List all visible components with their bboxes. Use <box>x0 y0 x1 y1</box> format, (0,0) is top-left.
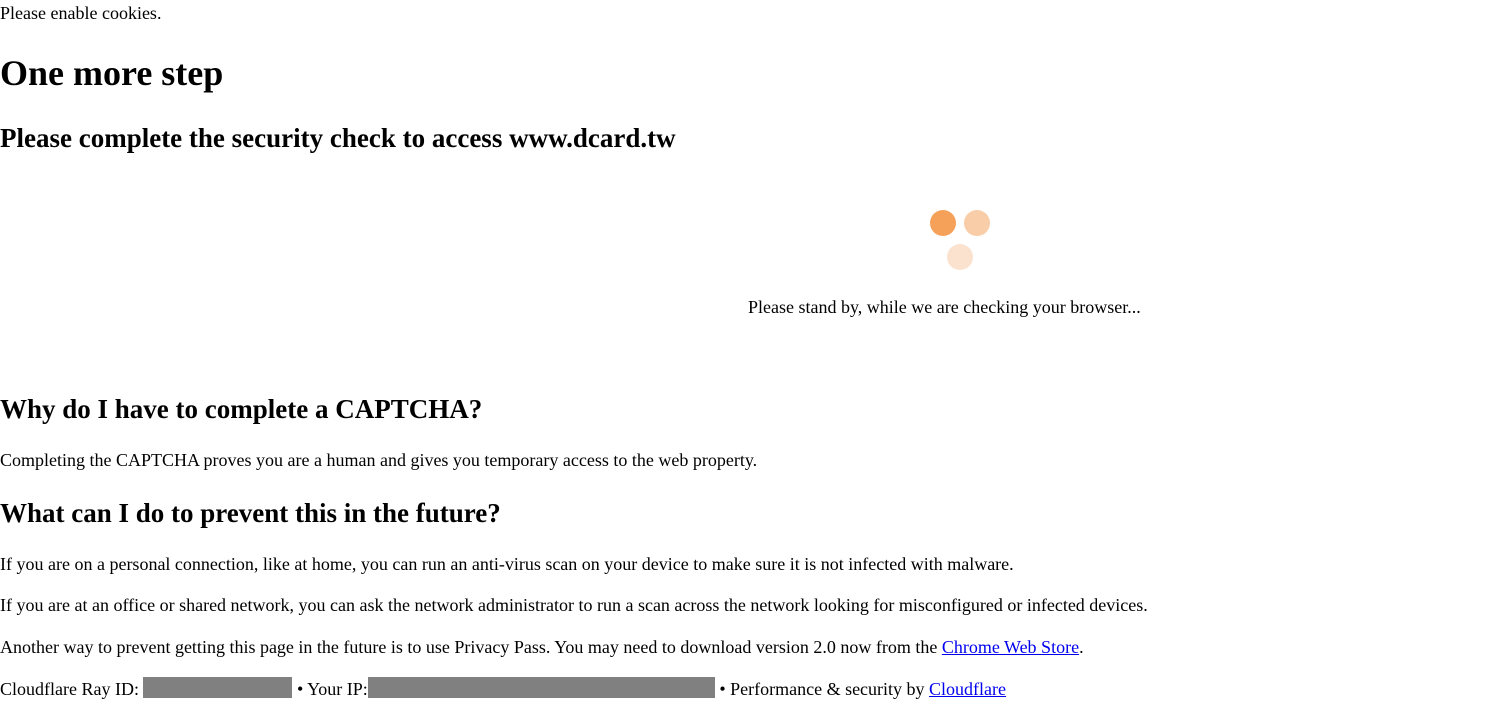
why-captcha-text: Completing the CAPTCHA proves you are a … <box>0 450 758 470</box>
prevent-heading: What can I do to prevent this in the fut… <box>0 498 501 528</box>
performance-label: • Performance & security by <box>714 679 930 699</box>
security-check-subheading: Please complete the security check to ac… <box>0 121 676 155</box>
cookie-notice: Please enable cookies. <box>0 3 162 23</box>
chrome-web-store-link[interactable]: Chrome Web Store <box>942 637 1079 657</box>
subheading-text: Please complete the security check to ac… <box>0 123 510 153</box>
prevent-personal-text: If you are on a personal connection, lik… <box>0 554 1014 574</box>
page-title: One more step <box>0 53 224 93</box>
loader-dot-1 <box>930 210 956 236</box>
ip-redacted <box>367 677 715 698</box>
loader-dot-2 <box>964 210 990 236</box>
loader-dot-3 <box>947 244 973 270</box>
footer: Cloudflare Ray ID: • Your IP: • Performa… <box>0 677 1006 700</box>
site-domain: www.dcard.tw <box>509 123 676 153</box>
ray-id-label: Cloudflare Ray ID: <box>0 679 144 699</box>
privacy-pass-text: Another way to prevent getting this page… <box>0 637 1084 657</box>
loading-spinner-icon <box>929 209 993 273</box>
cloudflare-link[interactable]: Cloudflare <box>929 679 1006 699</box>
ip-label: • Your IP: <box>292 679 368 699</box>
standby-message: Please stand by, while we are checking y… <box>748 297 1141 317</box>
why-captcha-heading: Why do I have to complete a CAPTCHA? <box>0 394 483 424</box>
ray-id-redacted <box>143 677 293 698</box>
prevent-office-text: If you are at an office or shared networ… <box>0 595 1148 615</box>
